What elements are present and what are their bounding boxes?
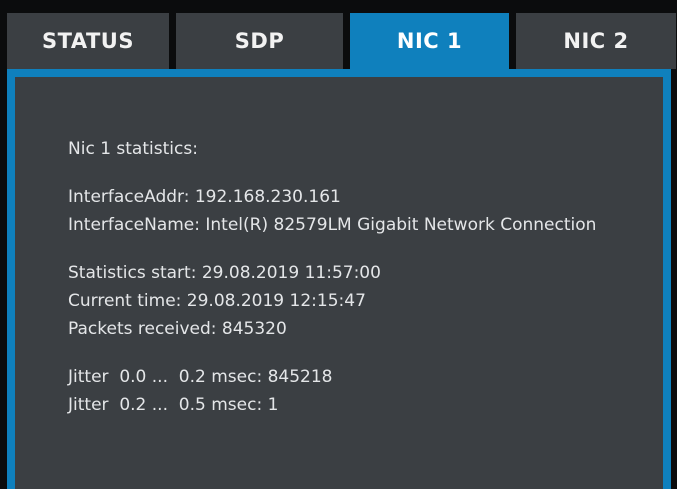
tab-status[interactable]: STATUS	[7, 13, 169, 69]
tab-nic-2[interactable]: NIC 2	[516, 13, 676, 69]
nic-1-panel: Nic 1 statistics: InterfaceAddr: 192.168…	[7, 69, 671, 489]
jitter-range-1: Jitter 0.0 ... 0.2 msec: 845218	[68, 367, 333, 387]
statistics-start: Statistics start: 29.08.2019 11:57:00	[68, 263, 381, 283]
jitter-range-2: Jitter 0.2 ... 0.5 msec: 1	[68, 395, 279, 415]
interface-address: InterfaceAddr: 192.168.230.161	[68, 187, 341, 207]
statistics-panel: Nic 1 statistics: InterfaceAddr: 192.168…	[15, 77, 663, 489]
tab-sdp[interactable]: SDP	[176, 13, 343, 69]
statistics-text: Nic 1 statistics: InterfaceAddr: 192.168…	[68, 135, 628, 419]
tab-nic-1[interactable]: NIC 1	[350, 13, 509, 69]
current-time: Current time: 29.08.2019 12:15:47	[68, 291, 366, 311]
packets-received: Packets received: 845320	[68, 319, 287, 339]
nic-status-screen: STATUS SDP NIC 1 NIC 2 Nic 1 statistics:…	[0, 0, 677, 489]
statistics-heading: Nic 1 statistics:	[68, 139, 198, 159]
interface-name: InterfaceName: Intel(R) 82579LM Gigabit …	[68, 215, 597, 235]
tab-bar: STATUS SDP NIC 1 NIC 2	[7, 13, 676, 69]
